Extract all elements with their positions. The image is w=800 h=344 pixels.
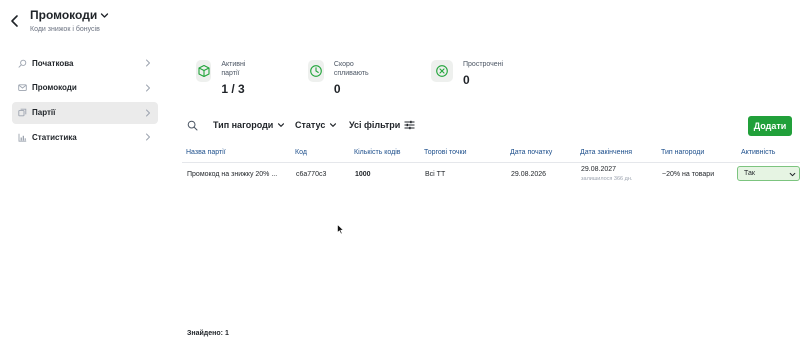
search-icon[interactable] <box>187 120 198 131</box>
results-count-value: 1 <box>224 330 229 337</box>
box-icon <box>196 60 212 82</box>
column-header-activity[interactable]: Активність <box>741 149 775 156</box>
column-header-count[interactable]: Кількість кодів <box>354 149 401 156</box>
results-count: Знайдено: 1 <box>187 330 229 337</box>
page-title: Промокоди <box>30 8 98 22</box>
results-count-label: Знайдено: <box>187 330 223 337</box>
sidebar-item-promocodes[interactable]: Промокоди <box>12 77 158 99</box>
sidebar-item-home[interactable]: Початкова <box>12 52 158 74</box>
chevron-down-icon <box>277 121 285 129</box>
column-header-reward-type[interactable]: Тип нагороди <box>661 149 704 156</box>
page-title-block: Промокоди Коди знижок і бонусів <box>30 8 109 34</box>
column-header-code[interactable]: Код <box>295 149 307 156</box>
column-header-start-date[interactable]: Дата початку <box>510 149 552 156</box>
mouse-cursor-icon <box>337 224 345 235</box>
table-row[interactable]: Промокод на знижку 20% ... c6a770c3 1000… <box>182 163 800 187</box>
chevron-right-icon <box>145 84 151 92</box>
chevron-right-icon <box>145 109 151 117</box>
activity-select[interactable]: Так <box>737 166 800 181</box>
cell-end-date: 29.08.2027 <box>581 166 617 173</box>
chevron-down-icon <box>329 121 337 129</box>
stat-label: Активні партії <box>221 61 246 77</box>
stat-value: 0 <box>333 82 341 96</box>
sidebar-item-label: Партії <box>32 108 56 118</box>
x-circle-icon <box>431 60 453 82</box>
chevron-down-icon <box>789 171 796 178</box>
clock-icon <box>308 60 324 82</box>
column-header-name[interactable]: Назва партії <box>186 149 226 156</box>
stat-value: 1 / 3 <box>221 82 245 96</box>
sidebar-item-batches[interactable]: Партії <box>12 101 158 124</box>
app-header: Промокоди Коди знижок і бонусів <box>0 0 800 40</box>
chevron-right-icon <box>145 59 151 67</box>
stack-icon <box>18 108 27 117</box>
sidebar-item-label: Початкова <box>32 58 74 68</box>
stat-expiring-soon: Скоро спливають 0 <box>308 60 375 96</box>
cell-count: 1000 <box>355 171 371 178</box>
bar-chart-icon <box>18 133 27 142</box>
stat-label: Прострочені <box>463 61 504 68</box>
cell-name: Промокод на знижку 20% ... <box>187 171 278 178</box>
all-filters-button[interactable]: Усі фільтри <box>349 120 415 130</box>
filter-label: Усі фільтри <box>349 120 401 130</box>
mail-icon <box>18 83 27 92</box>
add-button[interactable]: Додати <box>748 116 792 136</box>
cell-code: c6a770c3 <box>296 171 327 178</box>
status-filter[interactable]: Статус <box>295 120 337 130</box>
sidebar-item-label: Промокоди <box>32 83 77 93</box>
filter-label: Тип нагороди <box>213 120 274 130</box>
sidebar-item-label: Статистика <box>32 132 77 142</box>
stat-value: 0 <box>463 73 470 87</box>
sliders-icon <box>404 120 415 130</box>
sidebar-item-statistics[interactable]: Статистика <box>12 126 158 148</box>
chevron-down-icon <box>100 11 109 20</box>
stat-label: Скоро спливають <box>333 61 369 77</box>
page-subtitle: Коди знижок і бонусів <box>30 26 100 33</box>
batches-table: Назва партії Код Кількість кодів Торгові… <box>182 145 800 187</box>
search-icon <box>18 59 27 68</box>
cell-stores: Всі ТТ <box>425 171 446 178</box>
column-header-stores[interactable]: Торгові точки <box>424 149 467 156</box>
stat-expired: Прострочені 0 <box>431 60 503 87</box>
column-header-end-date[interactable]: Дата закінчення <box>580 149 632 156</box>
activity-value: Так <box>744 170 755 177</box>
cell-reward-type: ~20% на товари <box>662 171 715 178</box>
table-header: Назва партії Код Кількість кодів Торгові… <box>182 145 800 163</box>
cell-start-date: 29.08.2026 <box>511 171 547 178</box>
chevron-right-icon <box>145 133 151 141</box>
filter-label: Статус <box>295 120 326 130</box>
sidebar: Початкова Промокоди Партії Статистика <box>12 52 158 151</box>
page-title-dropdown[interactable]: Промокоди <box>30 8 109 22</box>
filter-toolbar: Тип нагороди Статус Усі фільтри Додати <box>186 116 792 136</box>
cell-days-left: залишилося 366 дн. <box>581 176 633 182</box>
reward-type-filter[interactable]: Тип нагороди <box>213 120 285 130</box>
back-icon[interactable] <box>8 13 22 29</box>
stat-active-batches: Активні партії 1 / 3 <box>196 60 252 96</box>
